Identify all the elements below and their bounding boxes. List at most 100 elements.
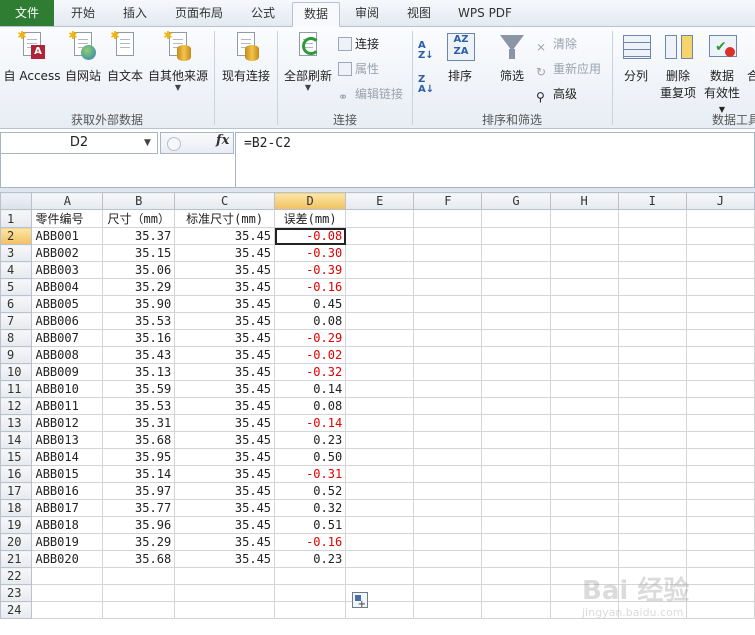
name-box[interactable]: D2	[0, 132, 158, 154]
grid-cell[interactable]: ABB018	[31, 516, 104, 534]
grid-cell[interactable]	[617, 533, 687, 551]
grid-cell[interactable]	[617, 499, 687, 517]
grid-cell[interactable]: 35.37	[102, 227, 176, 245]
grid-cell[interactable]	[481, 209, 551, 228]
grid-cell[interactable]	[174, 567, 276, 585]
grid-cell[interactable]: -0.29	[274, 329, 347, 347]
grid-cell[interactable]	[685, 312, 755, 330]
grid-cell[interactable]	[413, 227, 483, 245]
grid-cell[interactable]	[345, 482, 415, 500]
grid-cell[interactable]: 35.29	[102, 533, 176, 551]
grid-cell[interactable]	[617, 227, 687, 245]
column-header-i[interactable]: I	[617, 192, 687, 210]
grid-cell[interactable]	[31, 601, 104, 619]
grid-cell[interactable]	[617, 295, 687, 313]
grid-cell[interactable]	[481, 550, 551, 568]
grid-cell[interactable]: ABB007	[31, 329, 104, 347]
grid-cell[interactable]: 35.53	[102, 312, 176, 330]
grid-cell[interactable]: 35.15	[102, 244, 176, 262]
reapply-button[interactable]: ↻ 重新应用	[536, 60, 601, 79]
grid-cell[interactable]	[685, 516, 755, 534]
column-header-b[interactable]: B	[102, 192, 176, 210]
grid-cell[interactable]: 标准尺寸(mm)	[174, 209, 276, 228]
row-header[interactable]: 8	[0, 329, 33, 347]
sort-ascending-button[interactable]: A Z↓	[418, 41, 434, 61]
grid-cell[interactable]	[413, 278, 483, 296]
clear-filter-button[interactable]: ⨯ 清除	[536, 35, 577, 54]
tab-file[interactable]: 文件	[0, 0, 54, 26]
grid-cell[interactable]	[481, 584, 551, 602]
grid-cell[interactable]	[413, 312, 483, 330]
grid-cell[interactable]	[549, 363, 619, 381]
grid-cell[interactable]	[413, 261, 483, 279]
properties-button[interactable]: 属性	[338, 60, 379, 78]
grid-cell[interactable]	[345, 363, 415, 381]
grid-cell[interactable]	[481, 499, 551, 517]
refresh-all-button[interactable]: 全部刷新 ▼	[280, 31, 336, 92]
grid-cell[interactable]	[685, 533, 755, 551]
column-header-g[interactable]: G	[481, 192, 551, 210]
grid-cell[interactable]	[413, 380, 483, 398]
existing-connections-button[interactable]: 现有连接	[218, 31, 274, 84]
grid-cell[interactable]	[102, 601, 176, 619]
grid-cell[interactable]: 35.45	[174, 499, 276, 517]
row-header[interactable]: 6	[0, 295, 33, 313]
column-header-j[interactable]: J	[685, 192, 755, 210]
grid-cell[interactable]	[617, 346, 687, 364]
grid-cell[interactable]: 35.45	[174, 227, 276, 245]
grid-cell[interactable]	[413, 465, 483, 483]
grid-cell[interactable]	[617, 209, 687, 228]
grid-cell[interactable]: 35.45	[174, 516, 276, 534]
grid-cell[interactable]	[481, 516, 551, 534]
grid-cell[interactable]: 35.97	[102, 482, 176, 500]
formula-input[interactable]: =B2-C2	[235, 132, 755, 188]
grid-cell[interactable]	[549, 431, 619, 449]
grid-cell[interactable]	[549, 295, 619, 313]
grid-cell[interactable]: 零件编号	[31, 209, 104, 228]
chevron-down-icon[interactable]: ▼	[144, 138, 151, 148]
grid-cell[interactable]: -0.39	[274, 261, 347, 279]
grid-cell[interactable]	[549, 209, 619, 228]
grid-cell[interactable]: 35.29	[102, 278, 176, 296]
grid-cell[interactable]: 0.14	[274, 380, 347, 398]
grid-cell[interactable]	[345, 499, 415, 517]
row-header[interactable]: 23	[0, 584, 33, 602]
grid-cell[interactable]	[685, 397, 755, 415]
grid-cell[interactable]	[685, 329, 755, 347]
grid-cell[interactable]	[274, 567, 347, 585]
grid-cell[interactable]	[617, 244, 687, 262]
grid-cell[interactable]: ABB009	[31, 363, 104, 381]
grid-cell[interactable]	[481, 567, 551, 585]
tab-data[interactable]: 数据	[292, 2, 340, 27]
row-header[interactable]: 1	[0, 209, 33, 228]
formula-bar-resize-handle[interactable]	[167, 137, 181, 151]
data-validation-button[interactable]: ✔ 数据 有效性 ▼	[700, 31, 744, 115]
grid-cell[interactable]: 35.45	[174, 295, 276, 313]
grid-cell[interactable]: 误差(mm)	[274, 209, 347, 228]
grid-cell[interactable]	[345, 397, 415, 415]
grid-cell[interactable]	[413, 448, 483, 466]
grid-cell[interactable]	[549, 533, 619, 551]
grid-cell[interactable]: 0.23	[274, 550, 347, 568]
grid-cell[interactable]	[685, 550, 755, 568]
row-header[interactable]: 12	[0, 397, 33, 415]
grid-cell[interactable]	[345, 278, 415, 296]
grid-cell[interactable]: 35.45	[174, 312, 276, 330]
sort-button[interactable]: AZ ZA 排序	[440, 31, 480, 84]
grid-cell[interactable]: 尺寸（mm）	[102, 209, 176, 228]
grid-cell[interactable]	[481, 295, 551, 313]
row-header[interactable]: 16	[0, 465, 33, 483]
remove-duplicates-button[interactable]: 删除 重复项	[658, 31, 698, 101]
grid-cell[interactable]	[549, 482, 619, 500]
grid-cell[interactable]	[481, 448, 551, 466]
active-cell[interactable]: -0.08	[274, 227, 347, 245]
grid-cell[interactable]: ABB002	[31, 244, 104, 262]
grid-cell[interactable]	[274, 584, 347, 602]
grid-cell[interactable]	[685, 414, 755, 432]
grid-cell[interactable]: -0.16	[274, 278, 347, 296]
grid-cell[interactable]	[481, 397, 551, 415]
grid-cell[interactable]	[102, 567, 176, 585]
grid-cell[interactable]	[345, 567, 415, 585]
grid-cell[interactable]	[685, 295, 755, 313]
tab-page-layout[interactable]: 页面布局	[164, 2, 234, 25]
